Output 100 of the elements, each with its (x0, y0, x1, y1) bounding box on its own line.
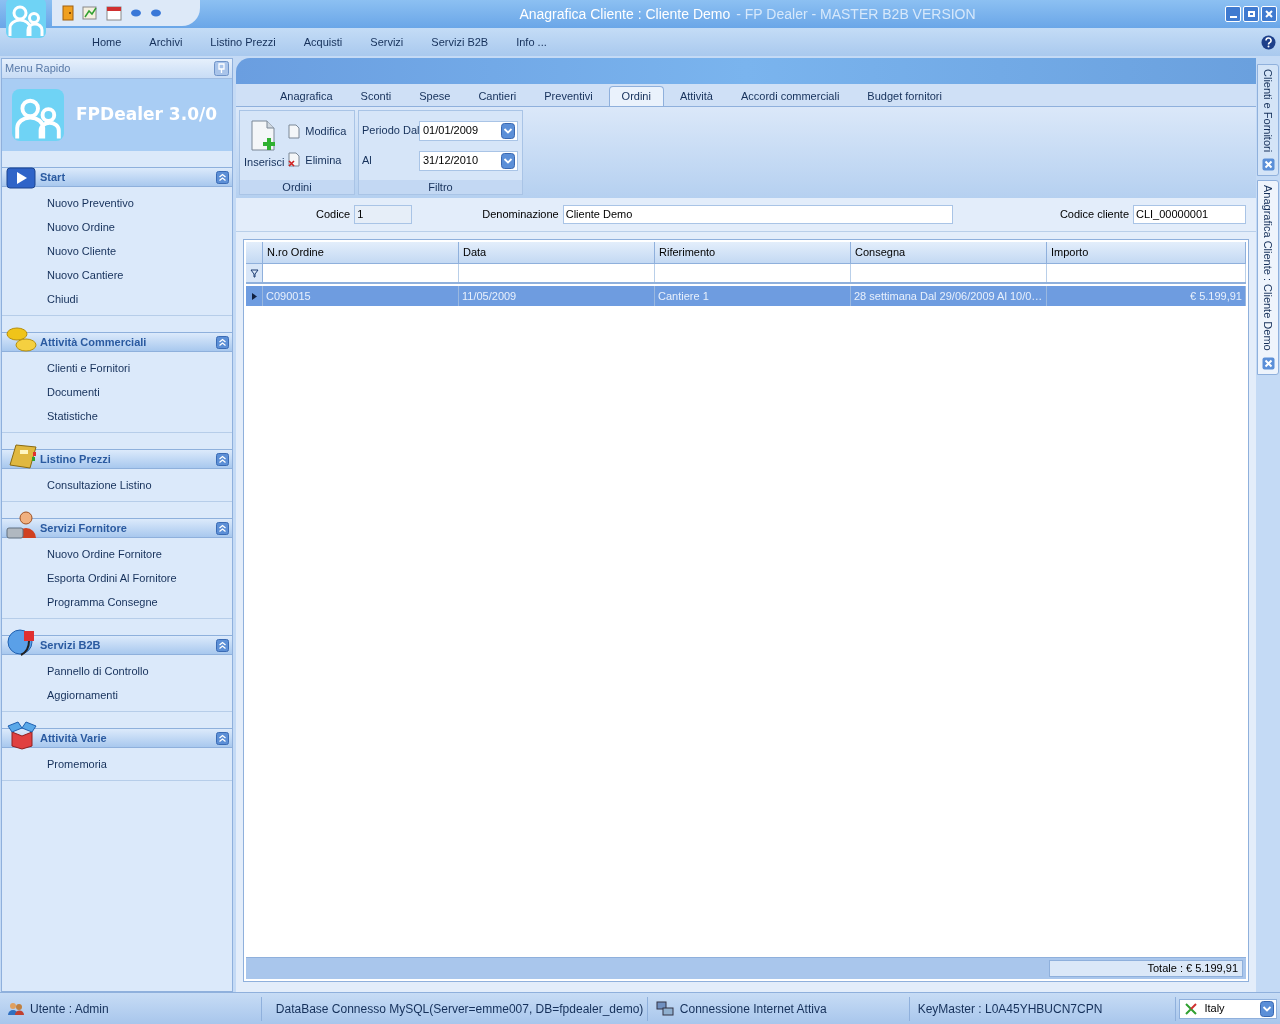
tab[interactable]: Ordini (608, 86, 664, 106)
tab[interactable]: Spese (405, 86, 465, 106)
row-pointer-icon (251, 292, 257, 300)
open-box-icon (6, 720, 38, 750)
close-icon[interactable] (1261, 158, 1275, 172)
sidebar-item[interactable]: Esporta Ordini Al Fornitore (2, 566, 232, 590)
date-picker[interactable]: 01/01/2009 (419, 120, 518, 141)
field-label: Codice cliente (1059, 207, 1129, 223)
table-cell: 28 settimana Dal 29/06/2009 Al 10/0… (851, 286, 1047, 306)
calendar-icon[interactable] (106, 5, 122, 21)
users-icon (8, 1001, 24, 1016)
help-icon[interactable] (1261, 34, 1276, 50)
person-with-phone-icon (6, 510, 38, 540)
menu-item[interactable]: Acquisti (289, 33, 357, 51)
panel-title: Menu Rapido (5, 61, 71, 77)
tab[interactable]: Preventivi (530, 86, 607, 106)
collapse-icon[interactable] (216, 638, 229, 652)
column-header[interactable]: Data (459, 242, 655, 263)
status-text: DataBase Connesso MySQL(Server=emme007, DB=fpdealer_demo) (275, 1000, 644, 1018)
date-picker[interactable]: 31/12/2010 (419, 150, 518, 171)
group-label: Filtro (359, 180, 522, 194)
column-header[interactable]: N.ro Ordine (263, 242, 459, 263)
group-header[interactable]: Servizi B2B (2, 635, 232, 655)
sidebar-item[interactable]: Nuovo Cantiere (2, 263, 232, 287)
column-header[interactable]: Riferimento (655, 242, 851, 263)
sidebar-item[interactable]: Pannello di Controllo (2, 659, 232, 683)
status-text: Utente : Admin (30, 1000, 109, 1018)
text-field[interactable]: CLI_00000001 (1133, 205, 1246, 224)
side-tab[interactable]: Anagrafica Cliente : Cliente Demo (1257, 180, 1279, 375)
status-text: Connessione Internet Attiva (679, 1000, 827, 1018)
close-button[interactable] (1261, 6, 1277, 22)
tab[interactable]: Attività (665, 86, 727, 106)
group-title: Servizi Fornitore (40, 520, 128, 536)
field-label: Periodo Dal (362, 123, 419, 139)
sidebar-item[interactable]: Programma Consegne (2, 590, 232, 614)
sidebar-item[interactable]: Nuovo Ordine Fornitore (2, 542, 232, 566)
document-icon (288, 123, 301, 139)
tab[interactable]: Cantieri (464, 86, 531, 106)
window-title: Anagrafica Cliente : Cliente Demo (519, 4, 731, 24)
tab[interactable]: Anagrafica (266, 86, 347, 106)
locale-dropdown[interactable]: Italy (1179, 998, 1277, 1019)
group-header[interactable]: Servizi Fornitore (2, 518, 232, 538)
tab[interactable]: Budget fornitori (853, 86, 956, 106)
group-title: Attività Commerciali (40, 334, 148, 350)
restore-button[interactable] (1243, 6, 1259, 22)
coins-icon (6, 326, 38, 354)
tab[interactable]: Accordi commerciali (726, 86, 854, 106)
minimize-button[interactable] (1225, 6, 1241, 22)
sidebar-item[interactable]: Nuovo Preventivo (2, 191, 232, 215)
insert-button[interactable]: Inserisci (244, 120, 285, 171)
collapse-icon[interactable] (216, 452, 229, 466)
table-cell: Cantiere 1 (655, 286, 851, 306)
group-header[interactable]: Attività Commerciali (2, 332, 232, 352)
collapse-icon[interactable] (216, 521, 229, 535)
menu-item[interactable]: Home (78, 33, 136, 51)
side-tab[interactable]: Clienti e Fornitori (1257, 64, 1279, 177)
sidebar-item[interactable]: Clienti e Fornitori (2, 356, 232, 380)
sidebar-item[interactable]: Aggiornamenti (2, 683, 232, 707)
menu-item[interactable]: Servizi (356, 33, 418, 51)
text-field[interactable]: Cliente Demo (562, 205, 953, 224)
sidebar-item[interactable]: Chiudi (2, 287, 232, 311)
text-field[interactable]: 1 (354, 205, 413, 224)
sidebar-item[interactable]: Consultazione Listino (2, 473, 232, 497)
app-logo-icon (6, 0, 46, 38)
sidebar-item[interactable]: Documenti (2, 380, 232, 404)
close-icon[interactable] (1261, 356, 1275, 370)
field-label: Al (362, 153, 373, 169)
dot-icon[interactable] (130, 9, 142, 17)
total-summary: Totale : € 5.199,91 (1049, 960, 1243, 977)
chart-icon[interactable] (82, 5, 98, 21)
column-header[interactable]: Importo (1047, 242, 1246, 263)
menu-item[interactable]: Listino Prezzi (196, 33, 290, 51)
menu-item[interactable]: Archivi (135, 33, 197, 51)
collapse-icon[interactable] (216, 731, 229, 745)
play-icon (6, 167, 36, 189)
group-header[interactable]: Listino Prezzi (2, 449, 232, 469)
edit-button[interactable]: Modifica (288, 123, 347, 140)
field-label: Denominazione (482, 207, 559, 223)
group-header[interactable]: Attività Varie (2, 728, 232, 748)
book-icon (6, 443, 38, 471)
delete-document-icon (288, 152, 301, 168)
table-cell: € 5.199,91 (1047, 286, 1246, 306)
column-header[interactable]: Consegna (851, 242, 1047, 263)
collapse-icon[interactable] (216, 335, 229, 349)
field-label: Codice (316, 207, 351, 223)
sidebar-item[interactable]: Nuovo Ordine (2, 215, 232, 239)
pin-icon[interactable] (214, 61, 229, 76)
sidebar-item[interactable]: Statistiche (2, 404, 232, 428)
window-subtitle: - FP Dealer - MASTER B2B VERSION (736, 4, 976, 24)
group-title: Listino Prezzi (40, 451, 112, 467)
menu-item[interactable]: Servizi B2B (417, 33, 503, 51)
sidebar-item[interactable]: Promemoria (2, 752, 232, 776)
sidebar-item[interactable]: Nuovo Cliente (2, 239, 232, 263)
menu-item[interactable]: Info ... (502, 33, 561, 51)
tab[interactable]: Sconti (346, 86, 406, 106)
delete-button[interactable]: Elimina (288, 151, 347, 168)
filter-icon[interactable] (249, 268, 259, 278)
dot-icon[interactable] (150, 9, 162, 17)
group-title: Start (40, 169, 67, 185)
collapse-icon[interactable] (216, 170, 229, 184)
